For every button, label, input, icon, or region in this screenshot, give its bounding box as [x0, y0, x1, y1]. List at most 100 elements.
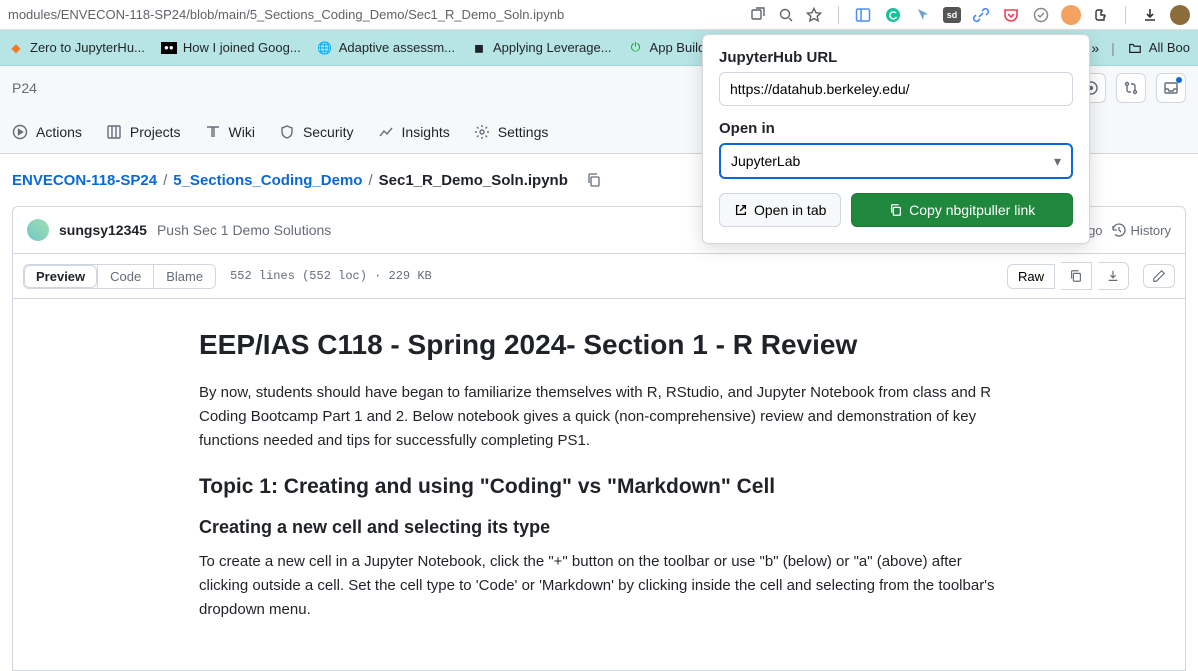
file-toolbar: Preview Code Blame 552 lines (552 loc) ·… — [12, 254, 1186, 299]
view-tabs: Preview Code Blame — [23, 264, 216, 289]
inbox-icon[interactable] — [1156, 73, 1186, 103]
shield-icon — [279, 124, 295, 140]
pocket-icon[interactable] — [1001, 5, 1021, 25]
bookmark-label: Adaptive assessm... — [339, 40, 455, 55]
repo-tag: P24 — [12, 80, 37, 96]
nav-wiki[interactable]: Wiki — [205, 116, 255, 148]
file-stats: 552 lines (552 loc) · 229 KB — [230, 269, 432, 283]
breadcrumb-folder[interactable]: 5_Sections_Coding_Demo — [173, 172, 362, 189]
project-icon — [106, 124, 122, 140]
nav-actions[interactable]: Actions — [12, 116, 82, 148]
graph-icon — [378, 124, 394, 140]
commit-author[interactable]: sungsy12345 — [59, 222, 147, 238]
globe-icon: 🌐 — [317, 40, 333, 56]
bookmark-appbuild[interactable]: ⏻ App Build — [628, 40, 706, 56]
folder-label: All Boo — [1149, 40, 1190, 55]
file-actions: Raw — [1007, 262, 1175, 290]
gear-icon — [474, 124, 490, 140]
bookmark-label: How I joined Goog... — [183, 40, 301, 55]
tab-preview[interactable]: Preview — [24, 265, 97, 288]
commit-message[interactable]: Push Sec 1 Demo Solutions — [157, 222, 331, 238]
git-compare-icon[interactable] — [1116, 73, 1146, 103]
bookmark-zero-jupyterhub[interactable]: ◆ Zero to JupyterHu... — [8, 40, 145, 56]
link-icon[interactable] — [971, 5, 991, 25]
browser-url-bar: modules/ENVECON-118-SP24/blob/main/5_Sec… — [0, 0, 1198, 30]
breadcrumb-sep: / — [368, 172, 372, 189]
download-icon[interactable] — [1140, 5, 1160, 25]
bookmarks-right: » | All Boo — [1091, 40, 1190, 56]
url-action-icons — [750, 7, 822, 23]
divider — [1125, 6, 1126, 24]
medium-icon: ●● — [161, 42, 177, 54]
tab-code[interactable]: Code — [97, 265, 153, 288]
open-tab-label: Open in tab — [754, 202, 826, 218]
cursor-icon[interactable] — [913, 5, 933, 25]
breadcrumb-current: Sec1_R_Demo_Soln.ipynb — [379, 172, 568, 189]
nav-insights[interactable]: Insights — [378, 116, 450, 148]
raw-button[interactable]: Raw — [1007, 264, 1055, 289]
profile-avatar[interactable] — [1170, 5, 1190, 25]
nav-label: Wiki — [229, 124, 255, 140]
notebook-preview: EEP/IAS C118 - Spring 2024- Section 1 - … — [12, 299, 1186, 671]
nav-label: Settings — [498, 124, 549, 140]
author-avatar[interactable] — [27, 219, 49, 241]
folder-icon — [1127, 40, 1143, 56]
tab-blame[interactable]: Blame — [153, 265, 215, 288]
breadcrumb-sep: / — [163, 172, 167, 189]
power-icon: ⏻ — [628, 40, 644, 56]
bookmarks-folder[interactable]: All Boo — [1127, 40, 1190, 56]
nav-label: Projects — [130, 124, 181, 140]
url-label: JupyterHub URL — [719, 49, 1073, 66]
check-icon[interactable] — [1031, 5, 1051, 25]
url-text: modules/ENVECON-118-SP24/blob/main/5_Sec… — [8, 7, 750, 22]
nav-label: Actions — [36, 124, 82, 140]
nbgitpuller-popup: JupyterHub URL Open in JupyterLab Open i… — [702, 34, 1090, 244]
avatar-icon[interactable] — [1061, 5, 1081, 25]
repo-title: P24 — [12, 80, 37, 96]
nav-label: Security — [303, 124, 354, 140]
bookmark-label: Applying Leverage... — [493, 40, 612, 55]
star-icon[interactable] — [806, 7, 822, 23]
bookmark-label: App Build — [650, 40, 706, 55]
download-raw-icon[interactable] — [1098, 262, 1129, 290]
notebook-intro: By now, students should have began to fa… — [199, 381, 999, 453]
notebook-topic1: Topic 1: Creating and using "Coding" vs … — [199, 475, 999, 499]
divider: | — [1111, 40, 1115, 56]
book-icon — [205, 124, 221, 140]
bookmark-leverage[interactable]: ◼ Applying Leverage... — [471, 40, 612, 56]
bookmarks-overflow[interactable]: » — [1091, 40, 1099, 56]
new-tab-icon[interactable] — [750, 7, 766, 23]
copy-raw-icon[interactable] — [1061, 262, 1092, 290]
copy-path-icon[interactable] — [582, 168, 606, 192]
open-in-tab-button[interactable]: Open in tab — [719, 193, 841, 227]
openin-select[interactable]: JupyterLab — [719, 143, 1073, 179]
zoom-icon[interactable] — [778, 7, 794, 23]
edit-icon[interactable] — [1143, 264, 1175, 288]
nav-projects[interactable]: Projects — [106, 116, 181, 148]
copy-link-button[interactable]: Copy nbgitpuller link — [851, 193, 1073, 227]
bookmark-label: Zero to JupyterHu... — [30, 40, 145, 55]
nav-security[interactable]: Security — [279, 116, 354, 148]
notebook-h1: EEP/IAS C118 - Spring 2024- Section 1 - … — [199, 329, 999, 361]
notebook-p2: To create a new cell in a Jupyter Notebo… — [199, 550, 999, 622]
history-label: History — [1131, 223, 1171, 238]
repo-actions — [1076, 73, 1186, 103]
breadcrumb-root[interactable]: ENVECON-118-SP24 — [12, 172, 157, 189]
jupyter-icon: ◆ — [8, 40, 24, 56]
grammarly-icon[interactable] — [883, 5, 903, 25]
openin-label: Open in — [719, 120, 1073, 137]
history-link[interactable]: History — [1111, 222, 1171, 238]
nav-settings[interactable]: Settings — [474, 116, 549, 148]
puzzle-icon[interactable] — [1091, 5, 1111, 25]
play-icon — [12, 124, 28, 140]
copy-link-label: Copy nbgitpuller link — [909, 202, 1035, 218]
sidepanel-icon[interactable] — [853, 5, 873, 25]
bookmark-adaptive[interactable]: 🌐 Adaptive assessm... — [317, 40, 455, 56]
extension-icons: sd — [834, 5, 1190, 25]
cube-icon: ◼ — [471, 40, 487, 56]
jupyterhub-url-input[interactable] — [719, 72, 1073, 106]
nav-label: Insights — [402, 124, 450, 140]
notebook-subhead: Creating a new cell and selecting its ty… — [199, 517, 999, 538]
bookmark-medium[interactable]: ●● How I joined Goog... — [161, 40, 301, 55]
sd-icon[interactable]: sd — [943, 7, 961, 23]
